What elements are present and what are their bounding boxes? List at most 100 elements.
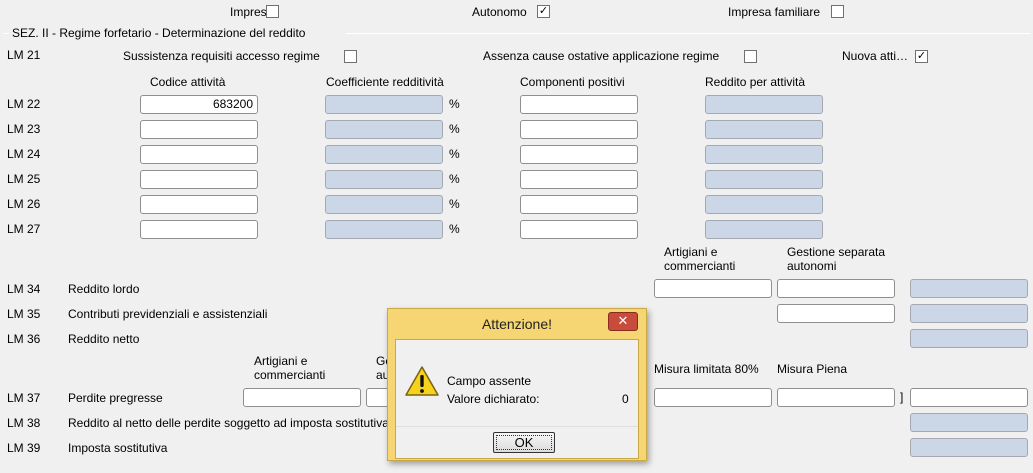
section-divider-left xyxy=(3,33,9,34)
dialog-body: Campo assente Valore dichiarato: 0 OK xyxy=(395,339,639,459)
row-code: LM 27 xyxy=(7,222,41,236)
lm35-total-field xyxy=(910,304,1028,323)
lm34-col-artigiani-line2: commercianti xyxy=(664,259,736,273)
componenti-input[interactable] xyxy=(520,120,638,139)
section-title: SEZ. II - Regime forfetario - Determinaz… xyxy=(12,26,306,40)
componenti-input[interactable] xyxy=(520,95,638,114)
reddito-attivita-field xyxy=(705,170,823,189)
lm35-label: Contributi previdenziali e assistenziali xyxy=(68,307,268,321)
lm21-code: LM 21 xyxy=(7,48,41,62)
lm37-col-gestione-clip: Gestione separata autonomi xyxy=(376,354,387,384)
codice-attivita-input[interactable]: 683200 xyxy=(140,95,258,114)
row-code: LM 26 xyxy=(7,197,41,211)
lm34-label: Reddito lordo xyxy=(68,282,140,296)
lm34-total-field xyxy=(910,279,1028,298)
warning-icon xyxy=(405,366,439,396)
lm38-label-clip: Reddito al netto delle perdite soggetto … xyxy=(68,416,387,430)
componenti-input[interactable] xyxy=(520,195,638,214)
componenti-input[interactable] xyxy=(520,220,638,239)
col-reddito-attivita: Reddito per attività xyxy=(705,75,806,89)
lm34-artigiani-input[interactable] xyxy=(654,279,772,298)
lm37-col-gestione-line1: Gestione separata xyxy=(376,354,387,368)
codice-attivita-input[interactable] xyxy=(140,220,258,239)
lm36-label: Reddito netto xyxy=(68,332,140,346)
lm39-label: Imposta sostitutiva xyxy=(68,441,168,455)
lm34-col-gestione-line1: Gestione separata xyxy=(787,245,886,259)
lm38-label: Reddito al netto delle perdite soggetto … xyxy=(68,416,387,430)
reddito-attivita-field xyxy=(705,120,823,139)
percent-sign: % xyxy=(449,222,460,236)
coefficiente-field xyxy=(325,220,443,239)
lm37-misura-piena-input[interactable] xyxy=(777,388,895,407)
nuova-attivita-checkbox[interactable]: ✓ xyxy=(915,50,928,63)
lm37-col-gestione-line2: autonomi xyxy=(376,368,387,382)
lm38-total-field xyxy=(910,413,1028,432)
assenza-label: Assenza cause ostative applicazione regi… xyxy=(483,49,720,63)
col-componenti: Componenti positivi xyxy=(520,75,625,89)
dialog-message: Campo assente xyxy=(447,374,532,388)
dialog-footer: OK xyxy=(396,426,638,458)
section-divider-right xyxy=(346,33,1030,34)
row-code: LM 23 xyxy=(7,122,41,136)
percent-sign: % xyxy=(449,197,460,211)
sussistenza-checkbox[interactable] xyxy=(344,50,357,63)
codice-attivita-input[interactable] xyxy=(140,120,258,139)
impresa-familiare-checkbox[interactable] xyxy=(831,5,844,18)
impresa-checkbox[interactable] xyxy=(266,5,279,18)
percent-sign: % xyxy=(449,122,460,136)
percent-sign: % xyxy=(449,172,460,186)
lm37-misura-limitata-input[interactable] xyxy=(654,388,772,407)
coefficiente-field xyxy=(325,95,443,114)
reddito-attivita-field xyxy=(705,195,823,214)
lm37-bracket: ] xyxy=(900,390,904,404)
componenti-input[interactable] xyxy=(520,170,638,189)
col-codice-attivita: Codice attività xyxy=(150,75,226,89)
lm37-col-misura-piena: Misura Piena xyxy=(777,362,848,376)
impresa-familiare-label: Impresa familiare xyxy=(728,5,821,19)
codice-attivita-input[interactable] xyxy=(140,145,258,164)
autonomo-label: Autonomo xyxy=(472,5,527,19)
autonomo-checkbox[interactable]: ✓ xyxy=(537,5,550,18)
lm38-code: LM 38 xyxy=(7,416,41,430)
row-code: LM 22 xyxy=(7,97,41,111)
lm39-total-field xyxy=(910,438,1028,457)
lm34-code: LM 34 xyxy=(7,282,41,296)
row-code: LM 25 xyxy=(7,172,41,186)
lm36-total-field xyxy=(910,329,1028,348)
lm37-total-input[interactable] xyxy=(910,388,1028,407)
sussistenza-label: Sussistenza requisiti accesso regime xyxy=(123,49,320,63)
lm37-col-artigiani-line1: Artigiani e xyxy=(254,354,308,368)
lm37-col-artigiani-line2: commercianti xyxy=(254,368,326,382)
lm34-gestione-input[interactable] xyxy=(777,279,895,298)
coefficiente-field xyxy=(325,145,443,164)
lm35-code: LM 35 xyxy=(7,307,41,321)
componenti-input[interactable] xyxy=(520,145,638,164)
coefficiente-field xyxy=(325,170,443,189)
lm34-col-artigiani-line1: Artigiani e xyxy=(664,245,718,259)
coefficiente-field xyxy=(325,195,443,214)
reddito-attivita-field xyxy=(705,95,823,114)
warning-dialog: Attenzione! ✕ Campo assente Valore dichi… xyxy=(387,308,647,461)
codice-attivita-input[interactable] xyxy=(140,170,258,189)
nuova-attivita-label: Nuova atti… xyxy=(842,49,909,63)
assenza-checkbox[interactable] xyxy=(744,50,757,63)
row-code: LM 24 xyxy=(7,147,41,161)
lm39-code: LM 39 xyxy=(7,441,41,455)
percent-sign: % xyxy=(449,97,460,111)
reddito-attivita-field xyxy=(705,220,823,239)
lm37-code: LM 37 xyxy=(7,391,41,405)
percent-sign: % xyxy=(449,147,460,161)
lm36-code: LM 36 xyxy=(7,332,41,346)
col-coefficiente: Coefficiente redditività xyxy=(326,75,444,89)
dialog-value: 0 xyxy=(622,392,629,406)
codice-attivita-input[interactable] xyxy=(140,195,258,214)
ok-button[interactable]: OK xyxy=(493,432,555,453)
reddito-attivita-field xyxy=(705,145,823,164)
lm37-col-misura-limitata: Misura limitata 80% xyxy=(654,362,759,376)
dialog-close-button[interactable]: ✕ xyxy=(608,312,638,331)
lm34-col-gestione-line2: autonomi xyxy=(787,259,837,273)
lm35-gestione-input[interactable] xyxy=(777,304,895,323)
lm37-artigiani-input[interactable] xyxy=(243,388,361,407)
coefficiente-field xyxy=(325,120,443,139)
lm37-label: Perdite pregresse xyxy=(68,391,163,405)
